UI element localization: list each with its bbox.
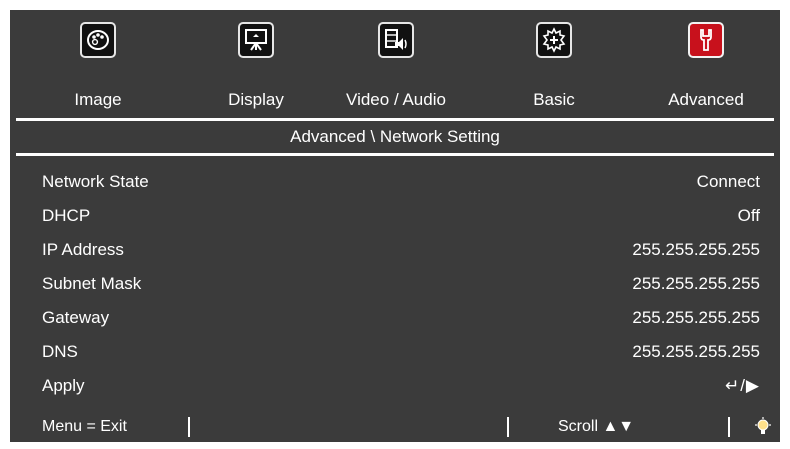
row-label: IP Address (42, 240, 124, 259)
row-gateway[interactable]: Gateway 255.255.255.255 (10, 301, 780, 335)
row-label: DHCP (42, 206, 91, 225)
tab-video-audio[interactable]: Video / Audio (326, 10, 466, 118)
enter-right-icon: ↵/▶ (724, 376, 760, 395)
section-title: Advanced \ Network Setting (290, 127, 500, 146)
row-dhcp[interactable]: DHCP Off (10, 199, 780, 233)
footer-separator (507, 417, 509, 437)
gear-icon (536, 22, 572, 58)
video-audio-icon (378, 22, 414, 58)
lightbulb-icon (754, 417, 772, 442)
row-value: Off (737, 206, 760, 225)
tab-image[interactable]: Image (48, 10, 148, 118)
tab-label: Advanced (668, 90, 744, 109)
projection-screen-icon (238, 22, 274, 58)
footer-separator (728, 417, 730, 437)
tab-display[interactable]: Display (206, 10, 306, 118)
row-label: Gateway (42, 308, 110, 327)
row-apply[interactable]: Apply ↵/▶ (10, 369, 780, 403)
tab-label: Video / Audio (346, 90, 446, 109)
tab-label: Display (228, 90, 284, 109)
row-label: DNS (42, 342, 78, 361)
row-value: 255.255.255.255 (632, 308, 760, 327)
tab-label: Basic (533, 90, 575, 109)
osd-menu: Image Display Video / Audio Basic Advanc… (10, 10, 780, 442)
row-subnet-mask[interactable]: Subnet Mask 255.255.255.255 (10, 267, 780, 301)
footer-bar: Menu = Exit Scroll ▲▼ (10, 414, 780, 442)
palette-icon (80, 22, 116, 58)
tab-advanced[interactable]: Advanced (644, 10, 768, 118)
row-dns[interactable]: DNS 255.255.255.255 (10, 335, 780, 369)
row-label: Network State (42, 172, 149, 191)
tab-basic[interactable]: Basic (504, 10, 604, 118)
row-value: Connect (696, 172, 760, 191)
scroll-arrows-icon: ▲▼ (602, 418, 635, 435)
footer-separator (188, 417, 190, 437)
tab-label: Image (74, 90, 122, 109)
scroll-hint: Scroll ▲▼ (558, 418, 634, 436)
menu-exit-hint: Menu = Exit (42, 418, 127, 435)
divider (16, 153, 774, 156)
scroll-label: Scroll (558, 418, 599, 435)
row-value: 255.255.255.255 (632, 342, 760, 361)
row-value: 255.255.255.255 (632, 274, 760, 293)
row-ip-address[interactable]: IP Address 255.255.255.255 (10, 233, 780, 267)
menu-tabs: Image Display Video / Audio Basic Advanc… (10, 10, 780, 118)
row-label: Subnet Mask (42, 274, 142, 293)
wrench-icon (688, 22, 724, 58)
row-value: 255.255.255.255 (632, 240, 760, 259)
row-label: Apply (42, 376, 85, 395)
row-network-state[interactable]: Network State Connect (10, 165, 780, 199)
